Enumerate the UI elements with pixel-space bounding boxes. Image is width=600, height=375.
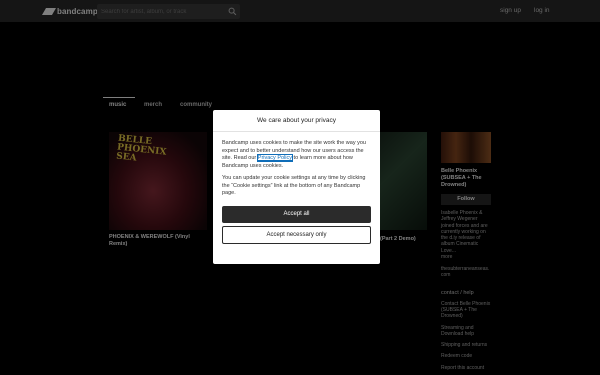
accept-necessary-button[interactable]: Accept necessary only xyxy=(222,225,371,244)
modal-body: Bandcamp uses cookies to make the site w… xyxy=(213,132,380,244)
accept-all-button[interactable]: Accept all xyxy=(222,205,371,223)
privacy-policy-link[interactable]: Privacy Policy xyxy=(256,154,294,163)
page: bandcamp sign up log in music merch comm… xyxy=(0,0,600,375)
cookie-settings-note: You can update your cookie settings at a… xyxy=(222,174,366,197)
modal-title: We care about your privacy xyxy=(213,110,380,132)
cookie-explanation: Bandcamp uses cookies to make the site w… xyxy=(222,140,371,171)
privacy-modal: We care about your privacy Bandcamp uses… xyxy=(213,110,380,264)
